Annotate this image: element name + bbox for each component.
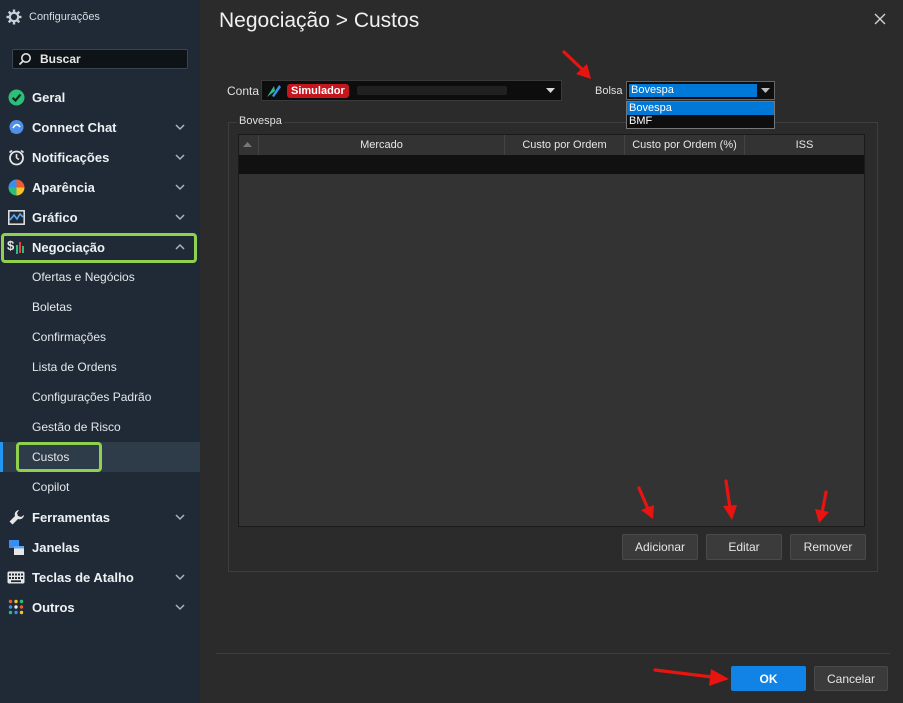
sidebar-subitem-lista-ordens[interactable]: Lista de Ordens bbox=[0, 352, 200, 382]
bolsa-option-bmf[interactable]: BMF bbox=[627, 115, 774, 128]
chevron-down-icon bbox=[175, 124, 185, 131]
wrench-icon bbox=[7, 508, 25, 526]
highlight-box-negociacao bbox=[1, 233, 197, 263]
bolsa-selected-value: Bovespa bbox=[629, 84, 757, 97]
sidebar-subitem-label: Configurações Padrão bbox=[32, 390, 152, 404]
bolsa-dropdown-list: Bovespa BMF bbox=[626, 101, 775, 129]
sidebar-item-notificacoes[interactable]: Notificações bbox=[0, 142, 200, 172]
annotation-arrow-bolsa bbox=[562, 50, 591, 79]
conta-select[interactable]: Simulador bbox=[261, 80, 562, 101]
sidebar-item-label: Ferramentas bbox=[32, 509, 111, 525]
chevron-down-icon bbox=[175, 574, 185, 581]
table-row[interactable] bbox=[239, 155, 864, 174]
page-title: Negociação > Custos bbox=[219, 9, 420, 32]
sidebar-subitem-label: Lista de Ordens bbox=[32, 360, 117, 374]
adicionar-button[interactable]: Adicionar bbox=[622, 534, 698, 560]
sidebar-subitem-config-padrao[interactable]: Configurações Padrão bbox=[0, 382, 200, 412]
sidebar-subitem-label: Gestão de Risco bbox=[32, 420, 121, 434]
search-input[interactable]: Buscar bbox=[12, 49, 188, 69]
footer-divider bbox=[216, 653, 890, 654]
sidebar-subitem-label: Ofertas e Negócios bbox=[32, 270, 135, 284]
remover-button[interactable]: Remover bbox=[790, 534, 866, 560]
sidebar-item-ferramentas[interactable]: Ferramentas bbox=[0, 502, 200, 532]
bolsa-label: Bolsa bbox=[595, 85, 623, 97]
bolsa-option-bovespa[interactable]: Bovespa bbox=[627, 102, 774, 115]
sidebar: Configurações Buscar Geral Connect Chat … bbox=[0, 0, 200, 703]
conta-label: Conta bbox=[227, 84, 260, 98]
sidebar-subitem-gestao-risco[interactable]: Gestão de Risco bbox=[0, 412, 200, 442]
sidebar-item-label: Connect Chat bbox=[32, 119, 117, 135]
sidebar-subitem-label: Boletas bbox=[32, 300, 73, 314]
chevron-down-icon bbox=[175, 514, 185, 521]
sidebar-item-label: Outros bbox=[32, 599, 75, 615]
sidebar-item-label: Notificações bbox=[32, 149, 110, 165]
sidebar-item-teclas-atalho[interactable]: Teclas de Atalho bbox=[0, 562, 200, 592]
keyboard-icon bbox=[7, 568, 25, 586]
dropdown-arrow-icon bbox=[761, 88, 770, 93]
sidebar-subitem-label: Copilot bbox=[32, 480, 70, 494]
sidebar-item-geral[interactable]: Geral bbox=[0, 82, 200, 112]
table-header: Mercado Custo por Ordem Custo por Ordem … bbox=[239, 135, 864, 155]
search-icon bbox=[18, 53, 31, 66]
column-header-mercado[interactable]: Mercado bbox=[259, 135, 505, 155]
sidebar-subitem-label: Confirmações bbox=[32, 330, 107, 344]
chart-icon bbox=[7, 208, 25, 226]
sidebar-item-label: Janelas bbox=[32, 539, 80, 555]
bolsa-select[interactable]: Bovespa bbox=[626, 81, 775, 100]
blurred-account-name bbox=[356, 86, 507, 95]
dropdown-arrow-icon bbox=[546, 88, 555, 93]
column-header-custo-ordem-pct[interactable]: Custo por Ordem (%) bbox=[625, 135, 745, 155]
color-wheel-icon bbox=[7, 178, 25, 196]
chevron-down-icon bbox=[175, 604, 185, 611]
window-title: Configurações bbox=[6, 8, 100, 26]
account-logo-icon bbox=[267, 84, 281, 97]
simulador-badge: Simulador bbox=[287, 83, 349, 98]
search-placeholder: Buscar bbox=[40, 52, 81, 66]
sidebar-item-outros[interactable]: Outros bbox=[0, 592, 200, 622]
sidebar-item-label: Gráfico bbox=[32, 209, 78, 225]
window-title-label: Configurações bbox=[29, 11, 100, 23]
chevron-down-icon bbox=[175, 184, 185, 191]
sidebar-subitem-ofertas[interactable]: Ofertas e Negócios bbox=[0, 262, 200, 292]
sidebar-item-label: Aparência bbox=[32, 179, 95, 195]
sidebar-subitem-boletas[interactable]: Boletas bbox=[0, 292, 200, 322]
sort-column-header[interactable] bbox=[239, 135, 259, 155]
gear-icon bbox=[6, 9, 22, 25]
chevron-down-icon bbox=[175, 154, 185, 161]
column-header-custo-ordem[interactable]: Custo por Ordem bbox=[505, 135, 625, 155]
alarm-icon bbox=[7, 148, 25, 166]
annotation-arrow-remover bbox=[815, 490, 829, 523]
sidebar-item-label: Teclas de Atalho bbox=[32, 569, 134, 585]
dots-grid-icon bbox=[7, 598, 25, 616]
sidebar-item-connect-chat[interactable]: Connect Chat bbox=[0, 112, 200, 142]
editar-button[interactable]: Editar bbox=[706, 534, 782, 560]
annotation-arrow-editar bbox=[723, 479, 737, 520]
close-icon[interactable] bbox=[873, 12, 887, 26]
highlight-box-custos bbox=[16, 442, 102, 472]
check-circle-icon bbox=[7, 88, 25, 106]
sort-up-icon bbox=[243, 142, 252, 147]
sidebar-subitem-confirmacoes[interactable]: Confirmações bbox=[0, 322, 200, 352]
sidebar-item-grafico[interactable]: Gráfico bbox=[0, 202, 200, 232]
windows-icon bbox=[7, 538, 25, 556]
annotation-arrow-ok bbox=[653, 668, 729, 686]
cancel-button[interactable]: Cancelar bbox=[814, 666, 888, 691]
costs-table: Mercado Custo por Ordem Custo por Ordem … bbox=[238, 134, 865, 527]
column-header-iss[interactable]: ISS bbox=[745, 135, 864, 155]
chat-icon bbox=[7, 118, 25, 136]
chevron-down-icon bbox=[175, 214, 185, 221]
sidebar-item-aparencia[interactable]: Aparência bbox=[0, 172, 200, 202]
ok-button[interactable]: OK bbox=[731, 666, 806, 691]
groupbox-title: Bovespa bbox=[237, 115, 284, 127]
sidebar-item-label: Geral bbox=[32, 89, 66, 105]
sidebar-item-janelas[interactable]: Janelas bbox=[0, 532, 200, 562]
annotation-arrow-adicionar bbox=[637, 486, 654, 519]
sidebar-subitem-copilot[interactable]: Copilot bbox=[0, 472, 200, 502]
